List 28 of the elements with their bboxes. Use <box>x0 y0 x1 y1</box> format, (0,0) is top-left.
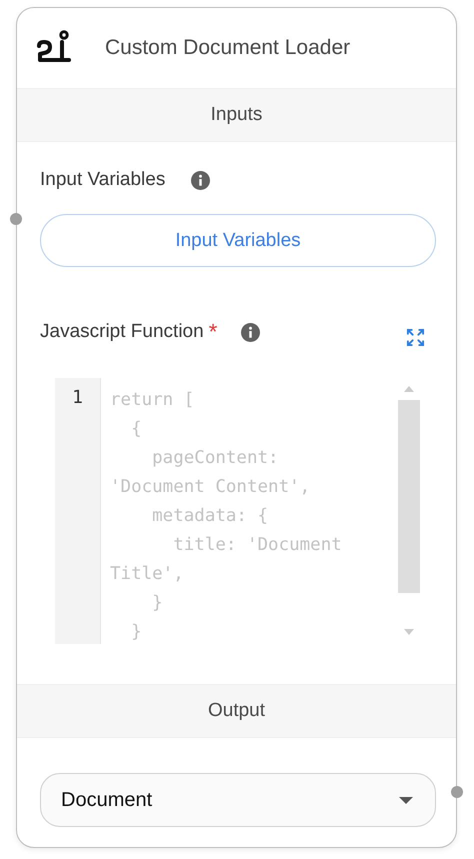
scroll-up-icon[interactable] <box>404 386 414 392</box>
code-line: pageContent: <box>151 447 280 470</box>
expand-icon[interactable] <box>406 328 425 346</box>
code-line: } <box>151 592 164 615</box>
line-number: 1 <box>72 387 83 408</box>
scrollbar-thumb[interactable] <box>398 400 420 593</box>
section-title: Inputs <box>210 104 262 126</box>
field-label: Input Variables <box>40 169 166 191</box>
code-line: title: 'Document <box>172 534 343 557</box>
info-icon <box>241 322 260 342</box>
code-line: } <box>130 621 143 644</box>
code-line: { <box>130 418 143 441</box>
node-title: Custom Document Loader <box>105 36 350 60</box>
code-line: return [ <box>110 389 196 412</box>
code-line: 'Document Content', <box>110 476 312 499</box>
code-line: Title', <box>110 563 185 586</box>
caret-icon <box>399 796 413 804</box>
section-title: Output <box>208 700 266 722</box>
code-line: metadata: { <box>151 505 270 528</box>
scroll-down-icon[interactable] <box>404 629 414 635</box>
connection-handle[interactable] <box>451 786 463 798</box>
info-icon <box>191 170 210 190</box>
output-dropdown[interactable]: Document <box>40 773 436 827</box>
connection-handle[interactable] <box>10 213 22 225</box>
field-label: Javascript Function <box>40 321 204 343</box>
code-editor[interactable]: 1 return [ { pageContent: 'Document Content', metadata: { title: 'Document Title', } } <box>55 378 420 644</box>
required-asterisk: * <box>208 319 218 345</box>
input-variables-button[interactable]: Input Variables <box>40 214 436 267</box>
